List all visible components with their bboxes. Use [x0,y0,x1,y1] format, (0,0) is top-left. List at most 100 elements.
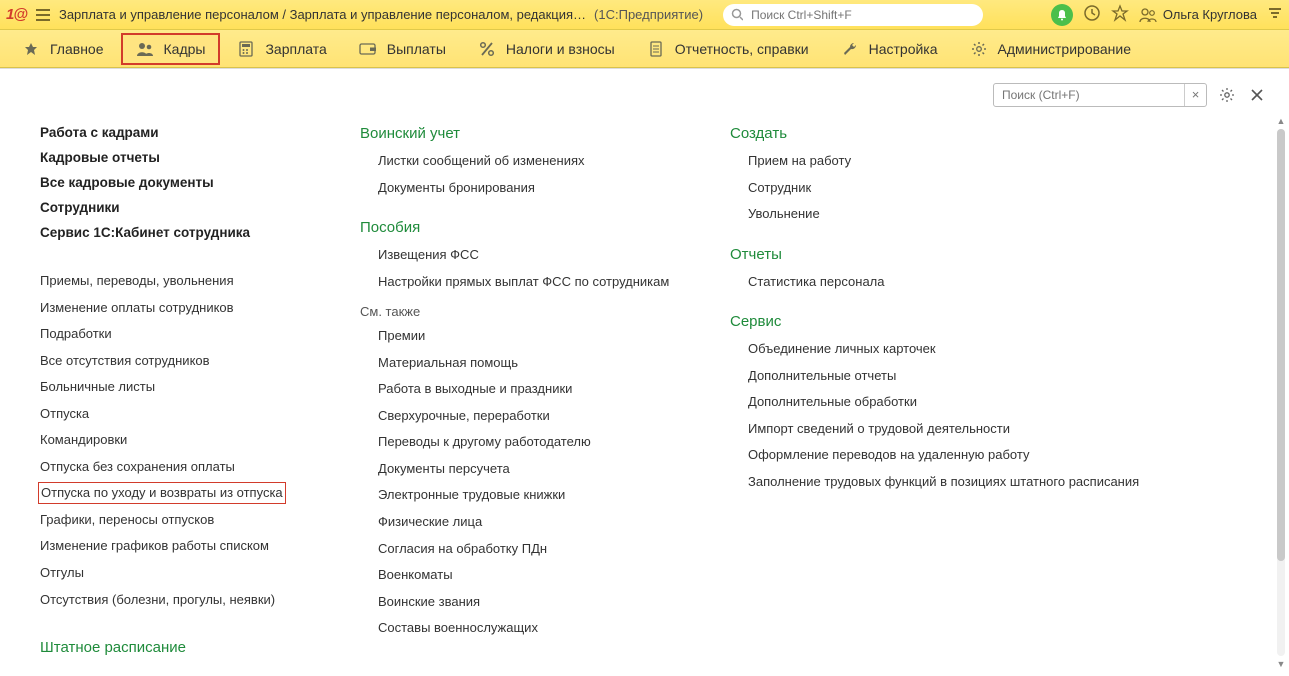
link-item[interactable]: Импорт сведений о трудовой деятельности [748,420,1160,438]
user-icon [1139,6,1157,24]
link-item[interactable]: Изменение оплаты сотрудников [40,299,320,317]
link-item[interactable]: Отсутствия (болезни, прогулы, неявки) [40,591,320,609]
link-item[interactable]: Объединение личных карточек [748,340,1160,358]
section-create[interactable]: Создать [730,125,1160,142]
menu-label: Главное [50,41,104,57]
menu-label: Настройка [869,41,938,57]
bold-link[interactable]: Сотрудники [40,200,320,215]
link-item[interactable]: Статистика персонала [748,273,1160,291]
menu-item-2[interactable]: Зарплата [223,34,340,64]
link-item[interactable]: Документы персучета [378,460,690,478]
panel-toolbar: × [993,83,1267,107]
global-search-input[interactable] [749,7,975,23]
menu-label: Налоги и взносы [506,41,615,57]
link-item[interactable]: Командировки [40,431,320,449]
section-reports[interactable]: Отчеты [730,246,1160,263]
link-item[interactable]: Отпуска по уходу и возвраты из отпуска [40,484,284,502]
link-item[interactable]: Больничные листы [40,378,320,396]
menu-item-3[interactable]: Выплаты [345,34,460,64]
link-item[interactable]: Оформление переводов на удаленную работу [748,446,1160,464]
bold-link[interactable]: Сервис 1С:Кабинет сотрудника [40,225,320,240]
app-title: Зарплата и управление персоналом / Зарпл… [59,7,586,22]
history-icon[interactable] [1083,4,1101,25]
menu-label: Отчетность, справки [675,41,809,57]
link-item[interactable]: Документы бронирования [378,179,690,197]
link-item[interactable]: Сотрудник [748,179,1160,197]
menu-item-5[interactable]: Отчетность, справки [633,34,823,64]
scrollbar[interactable]: ▲ ▼ [1275,115,1287,670]
see-also-label: См. также [360,304,690,319]
menu-label: Выплаты [387,41,446,57]
user-name: Ольга Круглова [1163,7,1257,22]
panel-search-input[interactable] [994,88,1184,102]
link-item[interactable]: Подработки [40,325,320,343]
link-item[interactable]: Изменение графиков работы списком [40,537,320,555]
link-item[interactable]: Листки сообщений об изменениях [378,152,690,170]
scroll-thumb[interactable] [1277,129,1285,561]
notifications-icon[interactable] [1051,4,1073,26]
link-item[interactable]: Физические лица [378,513,690,531]
gear-icon [970,40,988,58]
panel-search[interactable]: × [993,83,1207,107]
menu-more-icon[interactable] [1267,6,1283,23]
link-item[interactable]: Работа в выходные и праздники [378,380,690,398]
star-icon[interactable] [1111,4,1129,25]
percent-icon [478,40,496,58]
menu-item-1[interactable]: Кадры [122,34,220,64]
link-item[interactable]: Материальная помощь [378,354,690,372]
link-item[interactable]: Дополнительные обработки [748,393,1160,411]
doc-icon [647,40,665,58]
titlebar-right: Ольга Круглова [1051,4,1283,26]
column-1: Работа с кадрами Кадровые отчеты Все кадро… [40,125,320,666]
menu-label: Администрирование [998,41,1132,57]
clear-search-button[interactable]: × [1184,84,1206,106]
wrench-icon [841,40,859,58]
section-staffing[interactable]: Штатное расписание [40,639,320,656]
menu-item-4[interactable]: Налоги и взносы [464,34,629,64]
scroll-up-icon[interactable]: ▲ [1275,115,1287,127]
link-item[interactable]: Извещения ФСС [378,246,690,264]
scroll-down-icon[interactable]: ▼ [1275,658,1287,670]
column-2: Воинский учет Листки сообщений об измене… [360,125,690,666]
link-item[interactable]: Увольнение [748,205,1160,223]
link-item[interactable]: Приемы, переводы, увольнения [40,272,320,290]
link-item[interactable]: Отпуска без сохранения оплаты [40,458,320,476]
link-item[interactable]: Все отсутствия сотрудников [40,352,320,370]
section-military[interactable]: Воинский учет [360,125,690,142]
user-chip[interactable]: Ольга Круглова [1139,6,1257,24]
bold-link[interactable]: Кадровые отчеты [40,150,320,165]
link-item[interactable]: Согласия на обработку ПДн [378,540,690,558]
app-title-suffix: (1С:Предприятие) [594,7,703,22]
link-item[interactable]: Военкоматы [378,566,690,584]
section-service[interactable]: Сервис [730,313,1160,330]
section-benefits[interactable]: Пособия [360,219,690,236]
settings-icon[interactable] [1217,85,1237,105]
link-item[interactable]: Воинские звания [378,593,690,611]
link-item[interactable]: Составы военнослужащих [378,619,690,637]
menu-item-6[interactable]: Настройка [827,34,952,64]
titlebar: 1@ Зарплата и управление персоналом / За… [0,0,1289,30]
link-item[interactable]: Отгулы [40,564,320,582]
link-item[interactable]: Прием на работу [748,152,1160,170]
menu-item-0[interactable]: Главное [8,34,118,64]
wallet-icon [359,40,377,58]
bold-link[interactable]: Все кадровые документы [40,175,320,190]
bold-link[interactable]: Работа с кадрами [40,125,320,140]
link-item[interactable]: Электронные трудовые книжки [378,486,690,504]
content: × Работа с кадрами Кадровые отчеты Все кад… [0,68,1289,676]
link-item[interactable]: Премии [378,327,690,345]
close-icon[interactable] [1247,85,1267,105]
link-item[interactable]: Графики, переносы отпусков [40,511,320,529]
link-item[interactable]: Отпуска [40,405,320,423]
link-item[interactable]: Заполнение трудовых функций в позициях ш… [748,473,1160,491]
global-search[interactable] [723,4,983,26]
link-item[interactable]: Переводы к другому работодателю [378,433,690,451]
hamburger-icon[interactable] [35,8,51,22]
menu-item-7[interactable]: Администрирование [956,34,1146,64]
link-item[interactable]: Настройки прямых выплат ФСС по сотрудник… [378,273,690,291]
scroll-track[interactable] [1277,129,1285,656]
menubar: Главное КадрыЗарплата Выплаты Налоги и взно… [0,30,1289,68]
link-item[interactable]: Дополнительные отчеты [748,367,1160,385]
search-icon [731,8,743,21]
link-item[interactable]: Сверхурочные, переработки [378,407,690,425]
